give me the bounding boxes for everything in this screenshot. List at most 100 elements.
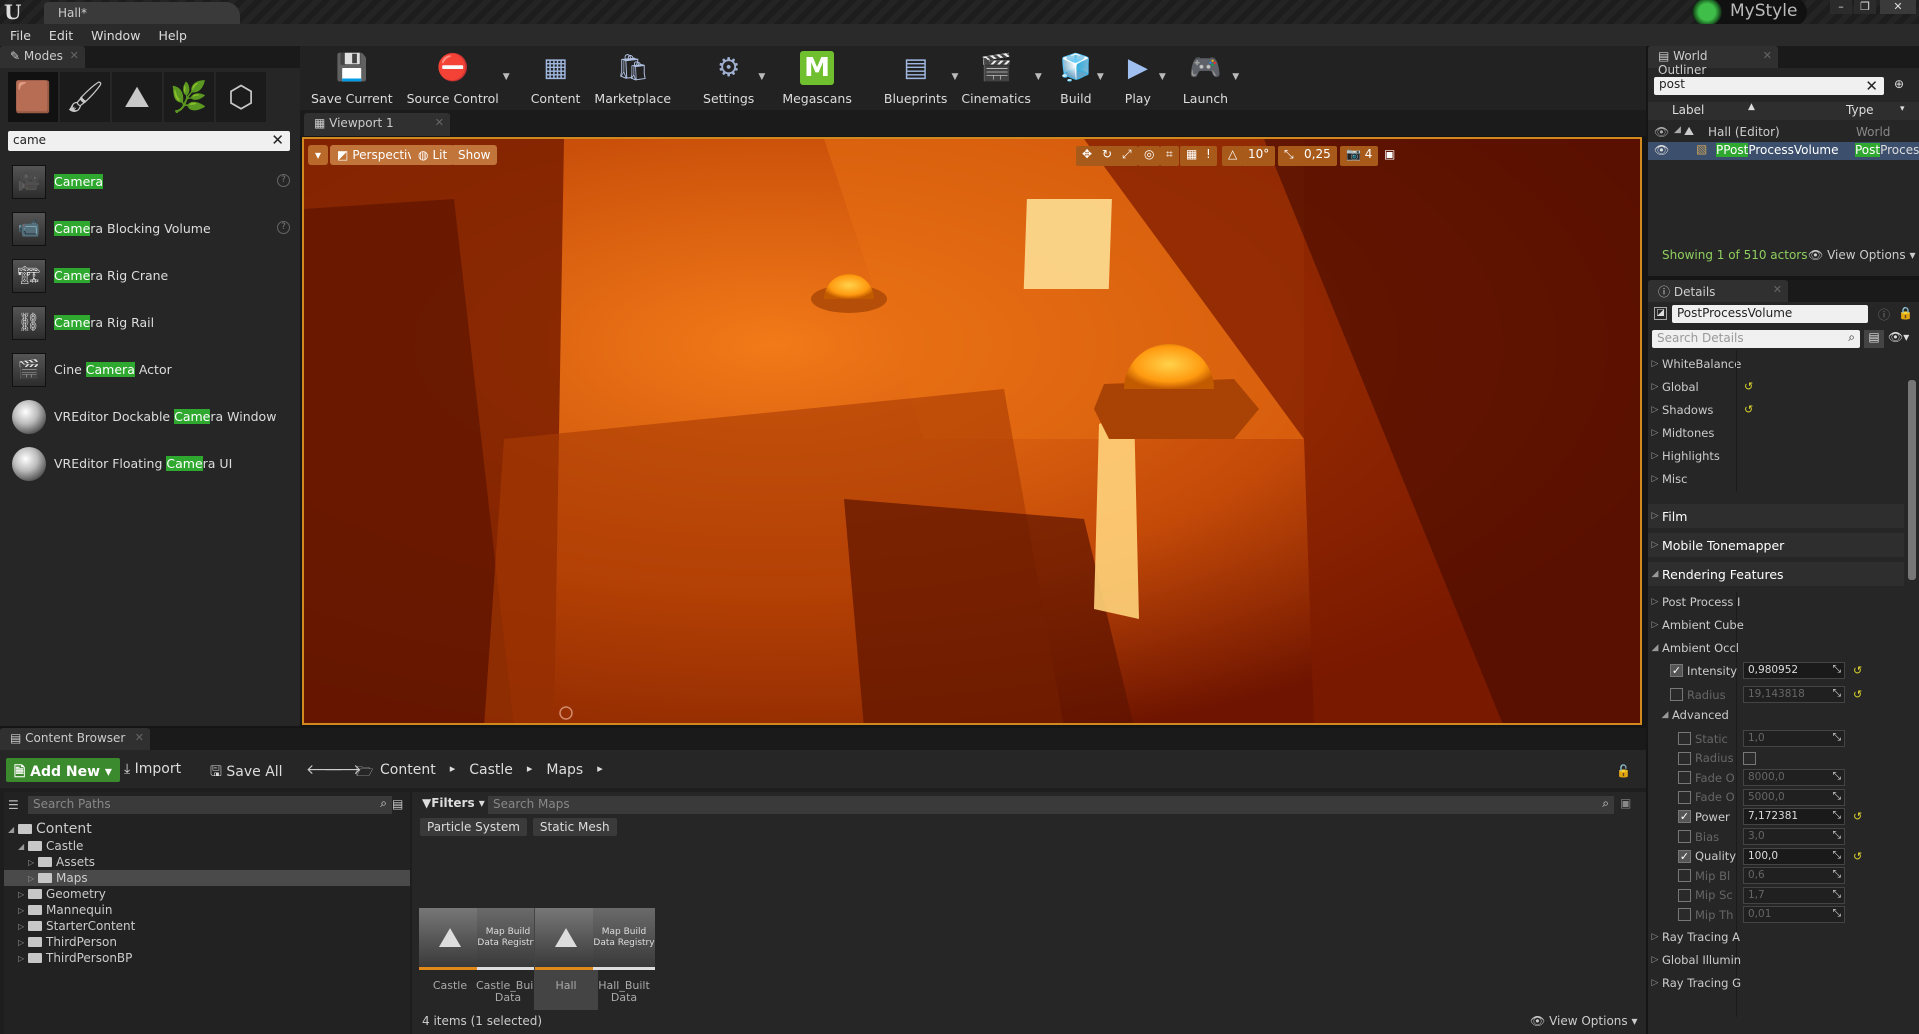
expand-arrow-icon[interactable]: ▷: [1648, 405, 1662, 415]
details-group-ambient-occl[interactable]: ◢ Ambient Occl: [1648, 638, 1904, 657]
translate-tool-icon[interactable]: ✥: [1076, 146, 1099, 166]
visibility-eye-icon[interactable]: 👁: [1654, 125, 1669, 139]
override-checkbox[interactable]: [1678, 790, 1691, 804]
save-search-icon[interactable]: ▣: [1620, 796, 1631, 810]
tree-expand-icon[interactable]: ▷: [18, 938, 28, 947]
details-group-ray-tracing-a[interactable]: ▷ Ray Tracing A: [1648, 927, 1904, 946]
tree-folder-mannequin[interactable]: ▷ Mannequin: [4, 902, 410, 918]
expand-arrow-icon[interactable]: ▷: [1648, 382, 1662, 392]
tree-expand-icon[interactable]: ▷: [18, 954, 28, 963]
rotate-tool-icon[interactable]: ↻: [1096, 146, 1119, 166]
visibility-filter-icon[interactable]: 👁▾: [1888, 330, 1909, 344]
save-all-button[interactable]: 🖫 Save All: [210, 761, 283, 785]
mode-list-item[interactable]: VREditor Floating Camera UI: [0, 440, 300, 487]
property-value-input[interactable]: 1,0 ⤡: [1743, 730, 1845, 747]
document-tab[interactable]: Hall*: [44, 2, 240, 24]
asset-tile-hall[interactable]: ⛰ Hall: [534, 908, 598, 1010]
lit-button[interactable]: ◍ Lit: [411, 145, 455, 165]
details-group-highlights[interactable]: ▷ Highlights: [1648, 446, 1904, 465]
drag-handle-icon[interactable]: ⤡: [1833, 809, 1841, 822]
breadcrumb-content[interactable]: Content: [380, 762, 436, 778]
expand-arrow-icon[interactable]: ▷: [1648, 428, 1662, 438]
reset-to-default-icon[interactable]: ↺: [1853, 850, 1862, 863]
property-checkbox[interactable]: [1743, 751, 1756, 765]
override-checkbox[interactable]: [1678, 908, 1691, 922]
details-group-midtones[interactable]: ▷ Midtones: [1648, 423, 1904, 442]
tree-expand-icon[interactable]: ▷: [28, 874, 38, 883]
expand-arrow-icon[interactable]: ▷: [1648, 978, 1662, 988]
visibility-eye-icon[interactable]: 👁: [1654, 143, 1669, 157]
search-paths-input[interactable]: Search Paths ⌕: [28, 796, 392, 814]
breadcrumb-maps[interactable]: Maps: [546, 762, 583, 778]
geometry-mode-icon[interactable]: ⬡: [216, 72, 266, 122]
cinematics-button[interactable]: 🎬 Cinematics ▼: [956, 46, 1041, 110]
drag-handle-icon[interactable]: ⤡: [1833, 687, 1841, 700]
close-tab-icon[interactable]: ✕: [435, 116, 444, 129]
mode-list-item[interactable]: 🎬 Cine Camera Actor: [0, 346, 300, 393]
property-value-input[interactable]: 1,7 ⤡: [1743, 886, 1845, 904]
close-tab-icon[interactable]: ✕: [1773, 283, 1782, 296]
clear-search-icon[interactable]: ✕: [271, 131, 284, 149]
property-value-input[interactable]: 100,0 ⤡: [1743, 847, 1845, 865]
grid-size-value[interactable]: !: [1200, 146, 1217, 166]
unreal-logo-icon[interactable]: U: [4, 2, 26, 22]
mode-list-item[interactable]: ⛓ Camera Rig Rail: [0, 299, 300, 346]
drag-handle-icon[interactable]: ⤡: [1833, 888, 1841, 901]
play-button[interactable]: ▶ Play ▼: [1116, 46, 1166, 110]
modes-search-input[interactable]: came ✕: [8, 131, 290, 151]
tab-viewport[interactable]: ▦ Viewport 1 ✕: [304, 113, 450, 136]
search-assets-input[interactable]: Search Maps ⌕: [488, 796, 1614, 814]
override-checkbox[interactable]: [1678, 888, 1691, 902]
column-label-header[interactable]: Label: [1672, 103, 1704, 117]
menu-window[interactable]: Window: [91, 28, 140, 43]
actor-name-input[interactable]: PostProcessVolume: [1672, 305, 1868, 323]
help-icon[interactable]: ?: [277, 221, 290, 234]
save-current-button[interactable]: 💾 Save Current: [306, 46, 398, 110]
expand-arrow-icon[interactable]: ▷: [1648, 597, 1662, 607]
details-scrollbar[interactable]: [1908, 380, 1916, 580]
details-search-input[interactable]: Search Details ⌕: [1652, 330, 1860, 348]
expand-arrow-icon[interactable]: ▷: [1648, 620, 1662, 630]
details-group-post-process-i[interactable]: ▷ Post Process I: [1648, 592, 1904, 611]
expand-arrow-icon[interactable]: ▷: [1648, 451, 1662, 461]
outliner-row-world[interactable]: 👁 ◢ ⛰ Hall (Editor) World: [1648, 124, 1919, 142]
menu-help[interactable]: Help: [158, 28, 187, 43]
details-group-ray-tracing-g[interactable]: ▷ Ray Tracing G: [1648, 973, 1904, 992]
details-section-mobile-tonemapper[interactable]: ▷ Mobile Tonemapper: [1648, 533, 1904, 557]
import-button[interactable]: ⤓ Import: [124, 761, 181, 777]
override-checkbox[interactable]: [1678, 771, 1691, 785]
details-section-rendering-features[interactable]: ◢ Rendering Features: [1648, 562, 1904, 586]
menu-edit[interactable]: Edit: [49, 28, 73, 43]
asset-view-options-button[interactable]: 👁 View Options ▾: [1530, 1014, 1638, 1028]
paint-mode-icon[interactable]: 🖌: [60, 72, 110, 122]
property-value-input[interactable]: 19,143818 ⤡: [1743, 686, 1845, 703]
advanced-group[interactable]: ◢ Advanced: [1648, 705, 1904, 724]
viewport-options-dropdown[interactable]: ▾: [308, 145, 329, 165]
rotation-snap-value[interactable]: 10°: [1242, 146, 1276, 166]
expand-arrow-icon[interactable]: ▷: [1648, 359, 1662, 369]
dropdown-arrow-icon[interactable]: ▼: [503, 72, 510, 82]
override-checkbox[interactable]: [1678, 732, 1691, 745]
drag-handle-icon[interactable]: ⤡: [1833, 829, 1841, 842]
override-checkbox[interactable]: [1678, 751, 1691, 765]
megascans-button[interactable]: M Megascans: [777, 46, 857, 110]
close-tab-icon[interactable]: ✕: [1763, 49, 1772, 62]
asset-tile-castle-built-data[interactable]: Map Build Data Registry Castle_Built Data: [476, 908, 541, 1010]
mode-list-item[interactable]: VREditor Dockable Camera Window: [0, 393, 300, 440]
settings-button[interactable]: ⚙ Settings ▼: [698, 46, 765, 110]
property-value-input[interactable]: 3,0 ⤡: [1743, 828, 1845, 845]
tree-folder-thirdperson[interactable]: ▷ ThirdPerson: [4, 934, 410, 950]
minimize-icon[interactable]: –: [1830, 0, 1852, 14]
property-value-input[interactable]: 0,01 ⤡: [1743, 906, 1845, 924]
maximize-viewport-icon[interactable]: ▣: [1378, 146, 1401, 166]
camera-speed-button[interactable]: 📷 4: [1340, 146, 1379, 166]
view-options-button[interactable]: 👁 View Options ▾: [1808, 248, 1916, 262]
reset-to-default-icon[interactable]: ↺: [1853, 664, 1862, 677]
launch-button[interactable]: 🎮 Launch ▼: [1178, 46, 1239, 110]
content-button[interactable]: ▦ Content: [526, 46, 586, 110]
tree-expand-icon[interactable]: ▷: [18, 890, 28, 899]
clear-search-icon[interactable]: ✕: [1865, 77, 1878, 95]
override-checkbox[interactable]: ✓: [1678, 849, 1691, 863]
property-value-input[interactable]: 5000,0 ⤡: [1743, 788, 1845, 806]
expand-arrow-icon[interactable]: ▷: [1648, 511, 1662, 521]
